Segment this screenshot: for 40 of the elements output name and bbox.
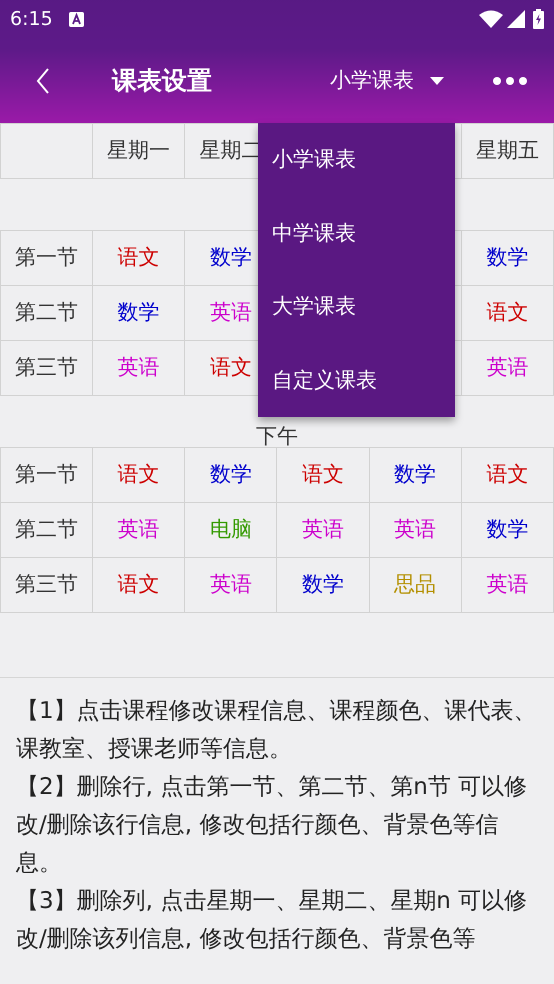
- more-icon: [492, 76, 528, 86]
- course-cell[interactable]: 英语: [92, 340, 185, 396]
- battery-icon: [533, 9, 544, 29]
- period-label[interactable]: 第一节: [0, 230, 93, 286]
- instruction-paragraph: 【2】删除行, 点击第一节、第二节、第n节 可以修改/删除该行信息, 修改包括行颜色、背景色等信息。: [16, 773, 528, 878]
- course-cell[interactable]: 英语: [369, 502, 462, 558]
- course-cell[interactable]: 语文: [461, 286, 554, 340]
- course-cell[interactable]: 英语: [276, 502, 370, 558]
- course-cell[interactable]: 数学: [369, 448, 462, 502]
- status-time: 6:15: [10, 6, 53, 32]
- period-label[interactable]: 第三节: [0, 340, 93, 396]
- period-label[interactable]: 第三节: [0, 558, 93, 612]
- course-cell[interactable]: 语文: [461, 448, 554, 502]
- signal-icon: [507, 10, 525, 28]
- course-cell[interactable]: 数学: [184, 448, 277, 502]
- course-cell[interactable]: 语文: [92, 558, 185, 612]
- course-cell[interactable]: 英语: [92, 502, 185, 558]
- course-cell[interactable]: 数学: [92, 286, 185, 340]
- course-cell[interactable]: 英语: [461, 340, 554, 396]
- course-cell[interactable]: 数学: [276, 558, 370, 612]
- instruction-paragraph: 【3】删除列, 点击星期一、星期二、星期n 可以修改/删除该列信息, 修改包括行颜色、背景色等: [16, 887, 528, 954]
- notification-icon: [68, 12, 84, 26]
- course-cell[interactable]: 语文: [276, 448, 370, 502]
- period-label[interactable]: 第二节: [0, 502, 93, 558]
- course-cell[interactable]: 语文: [92, 230, 185, 286]
- timetable-selector[interactable]: 小学课表: [330, 64, 444, 96]
- course-cell[interactable]: 数学: [461, 502, 554, 558]
- period-label[interactable]: 第一节: [0, 448, 93, 502]
- course-cell[interactable]: 英语: [461, 558, 554, 612]
- back-button[interactable]: [36, 68, 50, 94]
- course-cell[interactable]: 数学: [461, 230, 554, 286]
- instruction-paragraph: 【1】点击课程修改课程信息、课程颜色、课代表、课教室、授课老师等信息。: [16, 697, 538, 764]
- course-cell[interactable]: 语文: [92, 448, 185, 502]
- page-title: 课表设置: [112, 64, 212, 97]
- course-cell[interactable]: 英语: [184, 558, 277, 612]
- caret-icon: [430, 76, 444, 84]
- column-header[interactable]: 星期五: [461, 124, 554, 178]
- column-header[interactable]: 星期一: [92, 124, 185, 178]
- wifi-icon: [479, 10, 503, 28]
- period-label[interactable]: 第二节: [0, 286, 93, 340]
